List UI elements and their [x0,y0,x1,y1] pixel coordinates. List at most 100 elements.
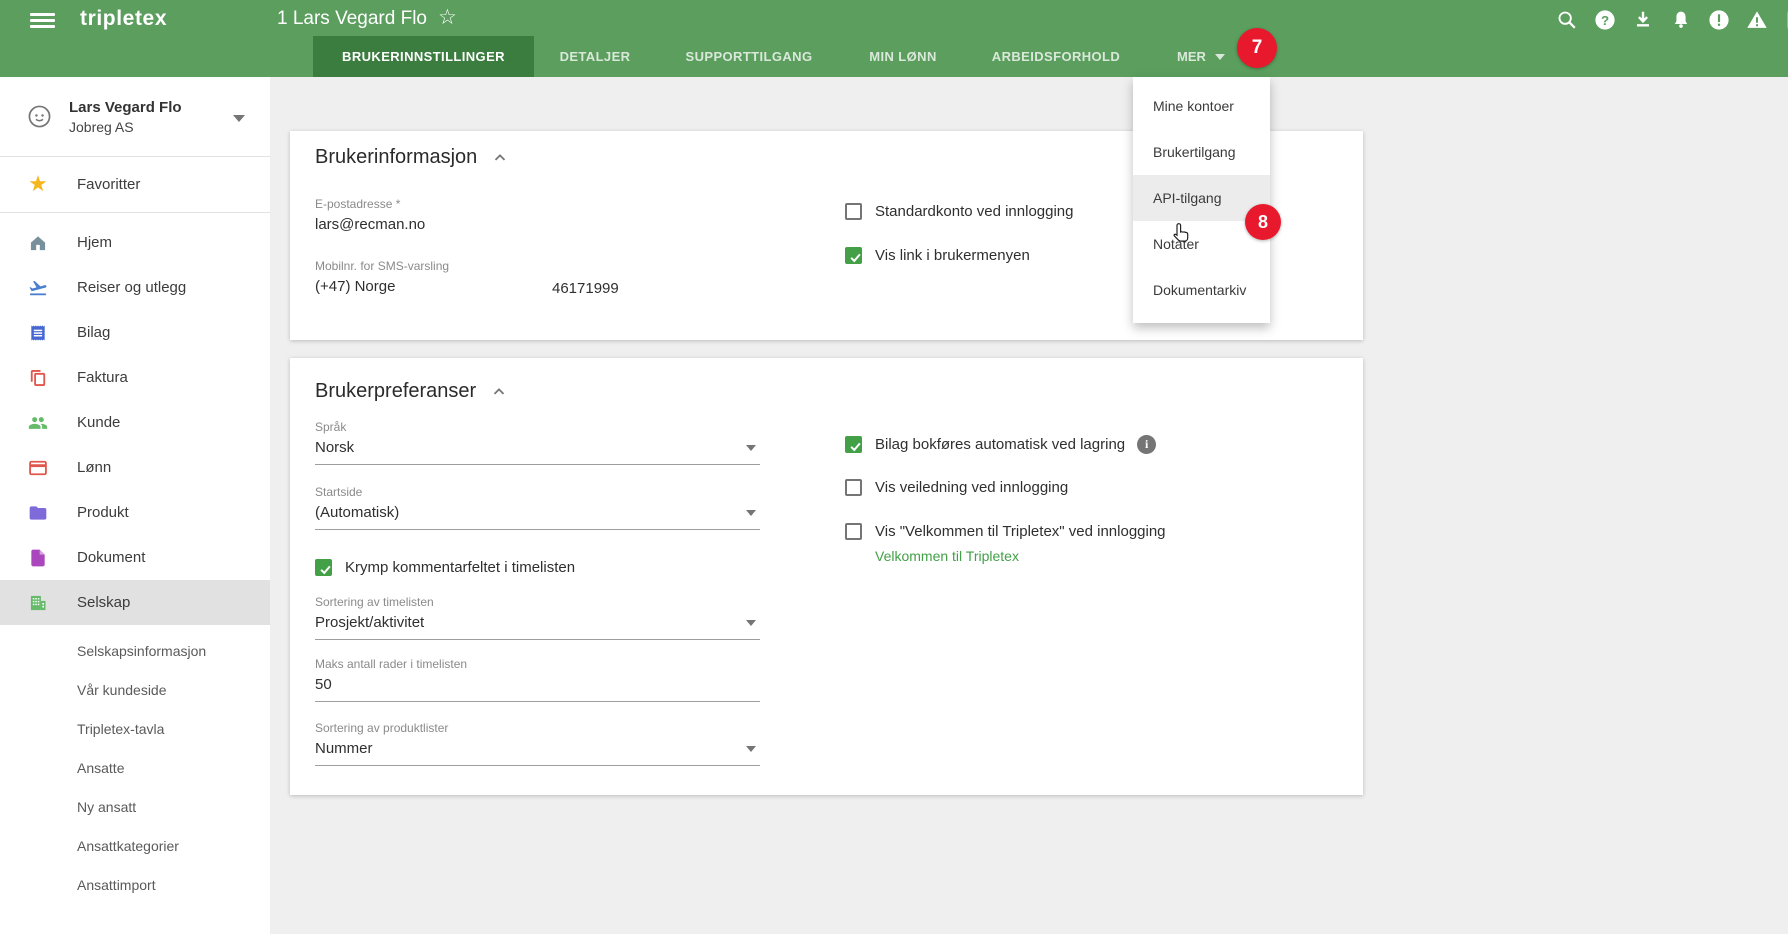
sidebar-item-label: Lønn [77,459,111,476]
sidebar-item-kunde[interactable]: Kunde [0,400,270,445]
language-select[interactable]: Språk Norsk [315,420,760,465]
sidebar-user-switcher[interactable]: Lars Vegard Flo Jobreg AS [0,77,270,156]
sidebar-item-reiser-og-utlegg[interactable]: Reiser og utlegg [0,265,270,310]
start-page-select[interactable]: Startside (Automatisk) [315,485,760,530]
sidebar-item-label: Bilag [77,324,110,341]
field-label: Sortering av produktlister [315,721,760,735]
document-icon [28,548,48,568]
sidebar-item-label: Kunde [77,414,120,431]
company-icon [28,593,48,613]
sidebar-subitem-var-kundeside[interactable]: Vår kundeside [0,670,270,709]
menu-icon[interactable] [30,13,55,28]
sidebar-user-company: Jobreg AS [69,119,182,135]
select-value: Norsk [315,439,354,456]
help-icon[interactable]: ? [1594,9,1616,31]
sidebar-subitem-ansattkategorier[interactable]: Ansattkategorier [0,826,270,865]
checkbox[interactable] [845,247,862,264]
input-value: 50 [315,676,760,702]
mer-dropdown-menu: Mine kontoer Brukertilgang API-tilgang N… [1133,77,1270,323]
checkbox[interactable] [845,523,862,540]
checkbox-row-vis-link: Vis link i brukermenyen [845,247,1030,264]
tab-min-lonn[interactable]: MIN LØNN [869,36,936,77]
sidebar-subitem-tripletex-tavla[interactable]: Tripletex-tavla [0,709,270,748]
preferences-card: Brukerpreferanser Språk Norsk Startside … [290,358,1363,795]
email-field[interactable]: E-postadresse * lars@recman.no [315,197,425,233]
tab-detaljer[interactable]: DETALJER [560,36,631,77]
sidebar-item-bilag[interactable]: Bilag [0,310,270,355]
product-icon [28,503,48,523]
checkbox[interactable] [845,479,862,496]
travel-icon [28,278,48,298]
chevron-down-icon [746,746,756,752]
notifications-icon[interactable] [1670,9,1692,31]
sidebar-item-dokument[interactable]: Dokument [0,535,270,580]
field-label: Mobilnr. for SMS-varsling [315,259,449,273]
field-label: Sortering av timelisten [315,595,760,609]
select-value: Prosjekt/aktivitet [315,614,424,631]
search-icon[interactable] [1556,9,1578,31]
sidebar-item-faktura[interactable]: Faktura [0,355,270,400]
field-label: E-postadresse * [315,197,425,211]
checkbox[interactable] [845,436,862,453]
home-icon [28,233,48,253]
exit-icon[interactable] [1784,9,1788,31]
chevron-down-icon [233,115,245,122]
warning-icon[interactable] [1746,9,1768,31]
checkbox-row-bilag-bokfores: Bilag bokføres automatisk ved lagring i [845,435,1156,454]
checkbox[interactable] [315,559,332,576]
sidebar-subitem-ansattimport[interactable]: Ansattimport [0,865,270,904]
app-logo[interactable]: tripletex [80,7,167,31]
sidebar-subitem-ny-ansatt[interactable]: Ny ansatt [0,787,270,826]
checkbox-label: Vis veiledning ved innlogging [875,479,1068,496]
tab-arbeidsforhold[interactable]: ARBEIDSFORHOLD [992,36,1120,77]
sidebar-item-label: Reiser og utlegg [77,279,186,296]
sidebar: Lars Vegard Flo Jobreg AS ★ Favoritter H… [0,77,270,934]
field-value: lars@recman.no [315,216,425,233]
menu-item-brukertilgang[interactable]: Brukertilgang [1133,129,1270,175]
chevron-down-icon [746,445,756,451]
card-title: Brukerinformasjon [315,146,509,169]
annotation-badge-8: 8 [1245,204,1281,240]
checkbox-label: Vis "Velkommen til Tripletex" ved innlog… [875,523,1166,540]
sidebar-user-name: Lars Vegard Flo [69,99,182,116]
favorite-star-icon[interactable]: ☆ [438,5,457,29]
menu-item-mine-kontoer[interactable]: Mine kontoer [1133,83,1270,129]
page-title: 1 Lars Vegard Flo [277,8,427,30]
annotation-badge-7: 7 [1237,28,1277,68]
mobile-field[interactable]: Mobilnr. for SMS-varsling (+47) Norge [315,259,449,295]
tab-supporttilgang[interactable]: SUPPORTTILGANG [686,36,813,77]
sidebar-item-selskap[interactable]: Selskap [0,580,270,625]
chevron-down-icon [746,510,756,516]
chevron-down-icon [1215,54,1225,60]
tab-brukerinnstillinger[interactable]: BRUKERINNSTILLINGER [313,36,534,77]
checkbox[interactable] [845,203,862,220]
collapse-chevron-icon[interactable] [491,149,509,167]
tab-mer[interactable]: MER [1177,36,1225,77]
product-sort-select[interactable]: Sortering av produktlister Nummer [315,721,760,766]
mobile-number-field[interactable]: 46171999 [552,280,619,297]
select-value: (Automatisk) [315,504,399,521]
sidebar-subitem-selskapsinformasjon[interactable]: Selskapsinformasjon [0,631,270,670]
sidebar-item-favoritter[interactable]: ★ Favoritter [0,157,270,212]
checkbox-row-standardkonto: Standardkonto ved innlogging [845,203,1074,220]
invoice-icon [28,368,48,388]
sidebar-item-hjem[interactable]: Hjem [0,220,270,265]
download-icon[interactable] [1632,9,1654,31]
velkommen-link[interactable]: Velkommen til Tripletex [875,548,1019,564]
max-rows-input[interactable]: Maks antall rader i timelisten 50 [315,657,760,702]
field-label: Startside [315,485,760,499]
svg-text:?: ? [1601,13,1609,28]
sidebar-item-produkt[interactable]: Produkt [0,490,270,535]
collapse-chevron-icon[interactable] [490,383,508,401]
sidebar-item-lonn[interactable]: Lønn [0,445,270,490]
sidebar-subnav: Selskapsinformasjon Vår kundeside Triple… [0,625,270,904]
select-value: Nummer [315,740,373,757]
app-window: tripletex 1 Lars Vegard Flo ☆ ? BRUKERIN… [0,0,1788,934]
info-icon[interactable]: i [1137,435,1156,454]
sidebar-subitem-ansatte[interactable]: Ansatte [0,748,270,787]
sidebar-item-label: Hjem [77,234,112,251]
error-icon[interactable] [1708,9,1730,31]
checkbox-row-krymp: Krymp kommentarfeltet i timelisten [315,559,575,576]
menu-item-dokumentarkiv[interactable]: Dokumentarkiv [1133,267,1270,313]
timesheet-sort-select[interactable]: Sortering av timelisten Prosjekt/aktivit… [315,595,760,640]
